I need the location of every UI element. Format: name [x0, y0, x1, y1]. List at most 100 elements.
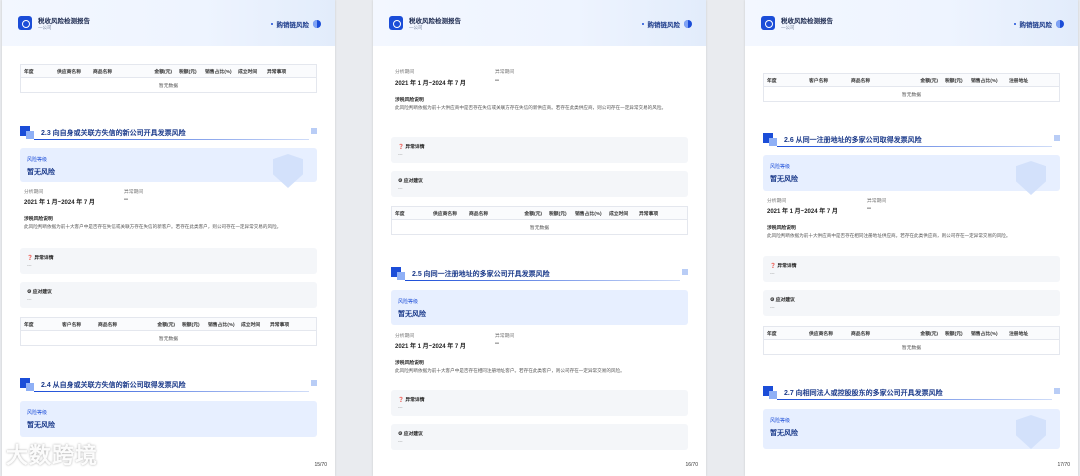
detail-value: ---	[398, 152, 403, 157]
abnormal-value: --	[124, 197, 128, 203]
report-subtitle: 一公司	[38, 25, 52, 30]
col-year: 年度	[24, 69, 34, 75]
section-underline	[34, 391, 309, 392]
col-address: 注册地址	[1009, 78, 1029, 84]
detail-label-text: 异常详情	[34, 256, 54, 261]
col-amount: 金额(元)	[154, 69, 172, 75]
report-page-17: 税收风险检测报告 一公司 购销链风险 年度 客户名称 商品名称 金额(元) 税额…	[745, 0, 1078, 476]
col-product: 商品名称	[851, 78, 871, 84]
col-ratio: 销售占比(%)	[205, 69, 232, 75]
col-product: 商品名称	[98, 322, 118, 328]
col-abnormal: 异常事项	[270, 322, 290, 328]
detail-label: ❓ 异常详情	[770, 264, 797, 269]
risk-value: 暂无风险	[27, 169, 55, 176]
section-underline	[777, 399, 1052, 400]
col-customer: 客户名称	[62, 322, 82, 328]
detail-label: ❓ 异常详情	[27, 256, 54, 261]
risk-desc: 此风险判断依据为前十大供应商中是否存在失信或关联方存在失信的新供应商。若存在此类…	[395, 105, 667, 110]
detail-box: ❓ 异常详情 ---	[391, 137, 688, 163]
col-address: 注册地址	[1009, 331, 1029, 337]
section-heading-2-4: 2.4 从自身或关联方失信的新公司取得发票风险	[20, 378, 317, 392]
col-supplier: 供应商名称	[809, 331, 833, 337]
risk-level-card: 风险等级 暂无风险	[20, 148, 317, 188]
report-title: 税收风险检测报告	[781, 18, 833, 25]
advice-label: ⚙ 应对建议	[770, 298, 795, 303]
table-header: 年度 客户名称 商品名称 金额(元) 税额(元) 销售占比(%) 成立时间 异常…	[21, 318, 316, 331]
risk-desc-label: 涉税风险说明	[395, 98, 424, 103]
risk-level-card: 风险等级 暂无风险	[763, 409, 1060, 449]
section-heading-2-3: 2.3 向自身或关联方失信的新公司开具发票风险	[20, 126, 317, 140]
col-amount: 金额(元)	[524, 211, 542, 217]
detail-label: ❓ 异常详情	[398, 145, 425, 150]
col-founded: 成立时间	[609, 211, 629, 217]
col-year: 年度	[767, 331, 777, 337]
col-ratio: 销售占比(%)	[971, 331, 998, 337]
risk-value: 暂无风险	[770, 430, 798, 437]
section-chip-label: 购销链风险	[276, 22, 310, 29]
abnormal-label: 异常期间	[867, 199, 887, 204]
advice-value: ---	[770, 305, 775, 310]
risk-level-card: 风险等级 暂无风险	[763, 155, 1060, 195]
shield-icon	[1016, 415, 1046, 449]
report-title: 税收风险检测报告	[38, 18, 90, 25]
abnormal-value: --	[867, 206, 871, 212]
col-year: 年度	[395, 211, 405, 217]
risk-desc-label: 涉税风险说明	[767, 226, 796, 231]
col-amount: 金额(元)	[920, 331, 938, 337]
report-page-15: 税收风险检测报告 一公司 购销链风险 年度 供应商名称 商品名称 金额(元) 税…	[2, 0, 335, 476]
detail-value: ---	[27, 263, 32, 268]
section-end-marker	[311, 128, 317, 134]
advice-label-text: 应对建议	[775, 298, 795, 303]
col-supplier: 供应商名称	[57, 69, 81, 75]
section-end-marker	[1054, 388, 1060, 394]
risk-label: 风险等级	[27, 157, 48, 163]
report-subtitle: 一公司	[409, 25, 423, 30]
col-customer: 客户名称	[809, 78, 829, 84]
detail-box: ❓ 异常详情 ---	[391, 390, 688, 416]
page-header: 税收风险检测报告 一公司 购销链风险	[373, 0, 706, 46]
advice-value: ---	[398, 186, 403, 191]
report-logo-icon	[389, 16, 403, 30]
section-end-marker	[682, 269, 688, 275]
period-value: 2021 年 1 月~2024 年 7 月	[24, 200, 95, 206]
detail-label-text: 异常详情	[405, 398, 425, 403]
table-customer-2-5: 年度 客户名称 商品名称 金额(元) 税额(元) 销售占比(%) 注册地址 暂无…	[763, 73, 1060, 102]
page-number: 15/70	[314, 462, 327, 468]
col-abnormal: 异常事项	[267, 69, 287, 75]
risk-level-card: 风险等级 暂无风险	[20, 401, 317, 437]
period-value: 2021 年 1 月~2024 年 7 月	[395, 344, 466, 350]
section-title: 2.5 向同一注册地址的多家公司开具发票风险	[412, 271, 550, 278]
page-number: 17/70	[1057, 462, 1070, 468]
page-header: 税收风险检测报告 一公司 购销链风险	[745, 0, 1078, 46]
advice-label-text: 应对建议	[32, 290, 52, 295]
section-title: 2.4 从自身或关联方失信的新公司取得发票风险	[41, 382, 186, 389]
shield-icon	[273, 154, 303, 188]
toggle-icon	[1056, 20, 1064, 28]
advice-label: ⚙ 应对建议	[398, 179, 423, 184]
advice-box: ⚙ 应对建议 ---	[763, 290, 1060, 316]
col-founded: 成立时间	[241, 322, 261, 328]
abnormal-value: --	[495, 341, 499, 347]
watermark-logo: 大数跨境	[6, 438, 98, 470]
table-customer-2-3: 年度 客户名称 商品名称 金额(元) 税额(元) 销售占比(%) 成立时间 异常…	[20, 317, 317, 346]
risk-value: 暂无风险	[27, 422, 55, 429]
detail-label-text: 异常详情	[405, 145, 425, 150]
section-marker-accent	[397, 272, 405, 280]
col-year: 年度	[767, 78, 777, 84]
table-supplier-2-6: 年度 供应商名称 商品名称 金额(元) 税额(元) 销售占比(%) 注册地址 暂…	[763, 326, 1060, 355]
section-chip-label: 购销链风险	[1019, 22, 1053, 29]
advice-label: ⚙ 应对建议	[27, 290, 52, 295]
col-amount: 金额(元)	[157, 322, 175, 328]
table-empty-row: 暂无数据	[901, 92, 922, 98]
risk-value: 暂无风险	[770, 176, 798, 183]
col-abnormal: 异常事项	[639, 211, 659, 217]
col-tax: 税额(元)	[945, 78, 963, 84]
section-marker-accent	[26, 383, 34, 391]
risk-desc: 此风险判断依据为前十大客户中是否存在相同注册地址客户。若存在此类客户，则公司存在…	[395, 368, 625, 373]
abnormal-label: 异常期间	[124, 190, 144, 195]
section-title: 2.3 向自身或关联方失信的新公司开具发票风险	[41, 130, 186, 137]
abnormal-value: --	[495, 78, 499, 84]
advice-value: ---	[398, 439, 403, 444]
risk-desc-label: 涉税风险说明	[395, 361, 424, 366]
section-underline	[405, 280, 680, 281]
